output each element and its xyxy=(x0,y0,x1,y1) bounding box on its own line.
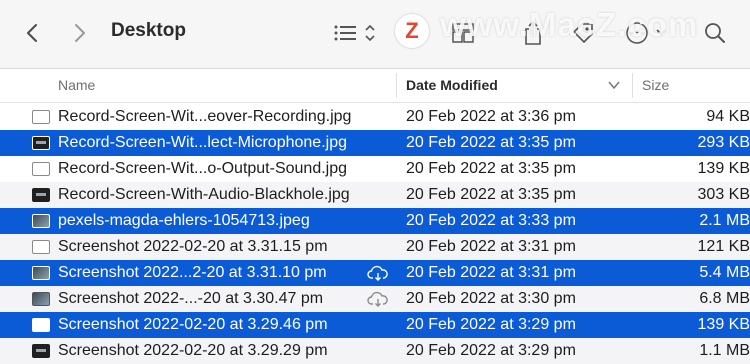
file-size: 293 KB xyxy=(697,134,750,151)
file-date-modified: 20 Feb 2022 at 3:33 pm xyxy=(406,212,576,229)
icloud-download-icon[interactable] xyxy=(367,265,389,281)
file-date-modified: 20 Feb 2022 at 3:29 pm xyxy=(406,342,576,359)
view-options-button[interactable] xyxy=(330,16,378,50)
search-button[interactable] xyxy=(700,16,730,50)
file-row[interactable]: Record-Screen-With-Audio-Blackhole.jpg 20… xyxy=(0,182,750,208)
column-divider[interactable] xyxy=(632,73,633,98)
finder-toolbar: Desktop Z www.MacZ.com xyxy=(0,0,750,69)
file-size: 94 KB xyxy=(706,108,750,125)
image-dark-icon xyxy=(32,188,50,202)
column-name[interactable]: Name xyxy=(58,69,95,102)
file-row[interactable]: Screenshot 2022-...-20 at 3.30.47 pm 20 F… xyxy=(0,286,750,312)
chevron-right-icon xyxy=(75,24,85,42)
file-size: 139 KB xyxy=(697,160,750,177)
file-row[interactable]: Screenshot 2022-02-20 at 3.31.15 pm 20 Fe… xyxy=(0,234,750,260)
search-icon xyxy=(705,23,725,43)
photo-icon xyxy=(32,266,50,280)
column-date-modified[interactable]: Date Modified xyxy=(406,69,498,102)
file-name: pexels-magda-ehlers-1054713.jpeg xyxy=(58,212,310,229)
file-name: Screenshot 2022-...-20 at 3.30.47 pm xyxy=(58,290,324,307)
watermark-logo: Z xyxy=(395,14,429,48)
file-row[interactable]: Screenshot 2022-02-20 at 3.29.29 pm 20 Fe… xyxy=(0,338,750,364)
window-title: Desktop xyxy=(111,20,186,41)
document-icon xyxy=(32,240,50,254)
back-button[interactable] xyxy=(18,18,46,48)
forward-button[interactable] xyxy=(66,18,94,48)
file-name: Screenshot 2022-02-20 at 3.29.29 pm xyxy=(58,342,328,359)
file-date-modified: 20 Feb 2022 at 3:35 pm xyxy=(406,134,576,151)
file-name: Record-Screen-Wit...eover-Recording.jpg xyxy=(58,108,352,125)
image-dark-icon xyxy=(32,136,50,150)
file-name: Screenshot 2022-02-20 at 3.29.46 pm xyxy=(58,316,328,333)
file-name: Record-Screen-Wit...o-Output-Sound.jpg xyxy=(58,160,348,177)
document-icon xyxy=(32,162,50,176)
column-divider[interactable] xyxy=(396,73,397,98)
chevron-left-icon xyxy=(27,24,37,42)
file-row[interactable]: Record-Screen-Wit...lect-Microphone.jpg 2… xyxy=(0,130,750,156)
chevron-down-icon[interactable] xyxy=(608,81,620,90)
document-icon xyxy=(32,318,50,332)
file-size: 121 KB xyxy=(697,238,750,255)
icloud-download-icon[interactable] xyxy=(367,291,389,307)
file-size: 5.4 MB xyxy=(699,264,750,281)
file-name: Record-Screen-With-Audio-Blackhole.jpg xyxy=(58,186,350,203)
file-date-modified: 20 Feb 2022 at 3:35 pm xyxy=(406,186,576,203)
document-icon xyxy=(32,110,50,124)
file-list: Record-Screen-Wit...eover-Recording.jpg 2… xyxy=(0,104,750,364)
file-size: 303 KB xyxy=(697,186,750,203)
file-date-modified: 20 Feb 2022 at 3:36 pm xyxy=(406,108,576,125)
file-date-modified: 20 Feb 2022 at 3:31 pm xyxy=(406,238,576,255)
file-row[interactable]: Record-Screen-Wit...o-Output-Sound.jpg 20… xyxy=(0,156,750,182)
file-size: 6.8 MB xyxy=(699,290,750,307)
file-date-modified: 20 Feb 2022 at 3:30 pm xyxy=(406,290,576,307)
file-size: 1.1 MB xyxy=(699,342,750,359)
photo-icon xyxy=(32,214,50,228)
file-row[interactable]: pexels-magda-ehlers-1054713.jpeg 20 Feb 2… xyxy=(0,208,750,234)
file-name: Screenshot 2022-02-20 at 3.31.15 pm xyxy=(58,238,328,255)
file-size: 2.1 MB xyxy=(699,212,750,229)
photo-icon xyxy=(32,292,50,306)
column-size[interactable]: Size xyxy=(642,69,669,102)
file-date-modified: 20 Feb 2022 at 3:31 pm xyxy=(406,264,576,281)
column-header: Name Date Modified Size xyxy=(0,69,750,103)
file-name: Screenshot 2022...2-20 at 3.31.10 pm xyxy=(58,264,327,281)
file-date-modified: 20 Feb 2022 at 3:35 pm xyxy=(406,160,576,177)
file-name: Record-Screen-Wit...lect-Microphone.jpg xyxy=(58,134,347,151)
file-row[interactable]: Screenshot 2022...2-20 at 3.31.10 pm 20 F… xyxy=(0,260,750,286)
file-size: 139 KB xyxy=(697,316,750,333)
file-date-modified: 20 Feb 2022 at 3:29 pm xyxy=(406,316,576,333)
file-row[interactable]: Screenshot 2022-02-20 at 3.29.46 pm 20 Fe… xyxy=(0,312,750,338)
file-row[interactable]: Record-Screen-Wit...eover-Recording.jpg 2… xyxy=(0,104,750,130)
watermark-text: www.MacZ.com xyxy=(440,6,699,43)
list-view-icon xyxy=(334,24,375,42)
image-dark-icon xyxy=(32,344,50,358)
